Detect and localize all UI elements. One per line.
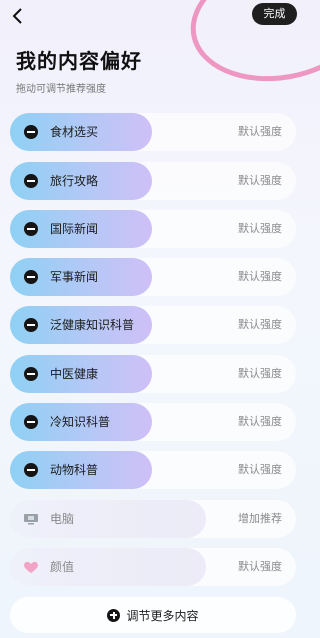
strength-slider[interactable]: 旅行攻略 bbox=[10, 162, 152, 200]
interest-label: 军事新闻 bbox=[50, 270, 99, 284]
remove-icon[interactable] bbox=[24, 270, 38, 284]
interest-row[interactable]: 军事新闻 默认强度 bbox=[10, 258, 296, 296]
interest-row[interactable]: 动物科普 默认强度 bbox=[10, 451, 296, 489]
strength-level: 默认强度 bbox=[238, 318, 282, 331]
chevron-left-icon bbox=[12, 8, 22, 24]
extra-interest-row[interactable]: 电脑 增加推荐 bbox=[10, 500, 296, 538]
remove-icon[interactable] bbox=[24, 222, 38, 236]
computer-icon bbox=[24, 514, 38, 525]
strength-slider[interactable]: 中医健康 bbox=[10, 355, 152, 393]
strength-level: 默认强度 bbox=[238, 222, 282, 235]
strength-slider[interactable]: 泛健康知识科普 bbox=[10, 306, 152, 344]
interest-row[interactable]: 中医健康 默认强度 bbox=[10, 355, 296, 393]
interest-label: 中医健康 bbox=[50, 367, 99, 381]
strength-level: 默认强度 bbox=[238, 125, 282, 138]
done-button[interactable]: 完成 bbox=[252, 3, 297, 25]
strength-slider[interactable]: 国际新闻 bbox=[10, 210, 152, 248]
interest-label: 旅行攻略 bbox=[50, 174, 99, 188]
strength-level: 增加推荐 bbox=[238, 512, 282, 525]
adjust-more-button[interactable]: 调节更多内容 bbox=[10, 597, 296, 633]
strength-slider[interactable]: 动物科普 bbox=[10, 451, 152, 489]
strength-slider[interactable]: 颜值 bbox=[10, 548, 206, 586]
interest-row[interactable]: 泛健康知识科普 默认强度 bbox=[10, 306, 296, 344]
back-button[interactable] bbox=[8, 6, 28, 26]
interest-label: 冷知识科普 bbox=[50, 415, 111, 429]
interest-label: 食材选买 bbox=[50, 125, 99, 139]
strength-level: 默认强度 bbox=[238, 367, 282, 380]
heart-icon bbox=[24, 561, 38, 573]
interest-label: 颜值 bbox=[50, 560, 75, 574]
page-title: 我的内容偏好 bbox=[16, 49, 142, 73]
plus-icon bbox=[107, 608, 121, 622]
interest-row[interactable]: 冷知识科普 默认强度 bbox=[10, 403, 296, 441]
strength-slider[interactable]: 军事新闻 bbox=[10, 258, 152, 296]
strength-slider[interactable]: 电脑 bbox=[10, 500, 206, 538]
decorative-arc bbox=[180, 0, 320, 95]
interest-label: 国际新闻 bbox=[50, 222, 99, 236]
extra-interest-row[interactable]: 颜值 默认强度 bbox=[10, 548, 296, 586]
remove-icon[interactable] bbox=[24, 318, 38, 332]
interest-row[interactable]: 旅行攻略 默认强度 bbox=[10, 162, 296, 200]
strength-level: 默认强度 bbox=[238, 463, 282, 476]
remove-icon[interactable] bbox=[24, 463, 38, 477]
remove-icon[interactable] bbox=[24, 415, 38, 429]
strength-level: 默认强度 bbox=[238, 415, 282, 428]
interest-row[interactable]: 食材选买 默认强度 bbox=[10, 113, 296, 151]
interest-label: 泛健康知识科普 bbox=[50, 318, 135, 332]
strength-level: 默认强度 bbox=[238, 174, 282, 187]
strength-level: 默认强度 bbox=[238, 270, 282, 283]
page-subtitle: 拖动可调节推荐强度 bbox=[16, 84, 106, 95]
strength-slider[interactable]: 食材选买 bbox=[10, 113, 152, 151]
interest-label: 动物科普 bbox=[50, 463, 99, 477]
remove-icon[interactable] bbox=[24, 125, 38, 139]
interest-row[interactable]: 国际新闻 默认强度 bbox=[10, 210, 296, 248]
remove-icon[interactable] bbox=[24, 174, 38, 188]
interest-label: 电脑 bbox=[50, 512, 75, 526]
adjust-more-label: 调节更多内容 bbox=[126, 608, 199, 623]
strength-level: 默认强度 bbox=[238, 560, 282, 573]
remove-icon[interactable] bbox=[24, 367, 38, 381]
strength-slider[interactable]: 冷知识科普 bbox=[10, 403, 152, 441]
